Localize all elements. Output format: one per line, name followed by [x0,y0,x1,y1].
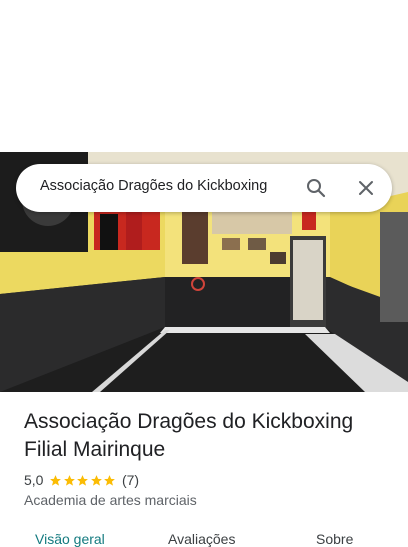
star-icon [50,474,62,486]
search-input[interactable]: Associação Dragões do Kickboxing [40,178,300,194]
place-title: Associação Dragões do Kickboxing Filial … [24,410,354,461]
place-category: Academia de artes marciais [24,492,197,508]
star-icon [104,474,116,486]
star-icon [64,474,75,486]
rating-stars [49,474,117,487]
tab-overview[interactable]: Visão geral [35,531,105,547]
tab-about[interactable]: Sobre [316,531,353,547]
search-icon[interactable] [304,176,328,200]
review-count[interactable]: (7) [122,472,139,488]
tab-reviews[interactable]: Avaliações [168,531,235,547]
star-icon [77,474,89,486]
rating-value: 5,0 [24,472,44,488]
rating-row[interactable]: 5,0 (7) [24,470,139,490]
search-bar[interactable]: Associação Dragões do Kickboxing [16,164,392,212]
close-icon[interactable] [354,176,378,200]
star-icon [91,474,102,486]
